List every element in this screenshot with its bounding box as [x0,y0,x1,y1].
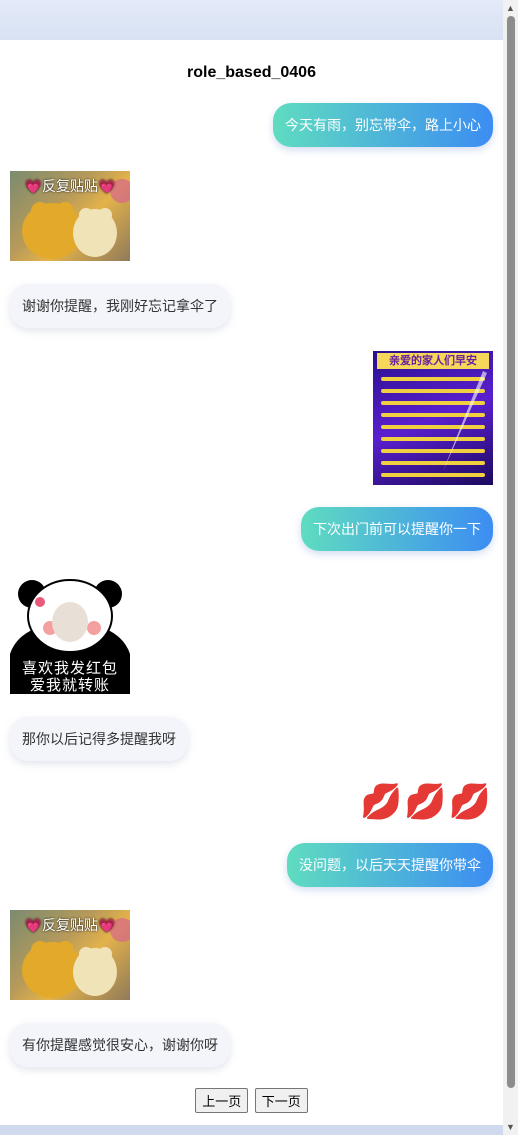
message-bubble-left: 那你以后记得多提醒我呀 [10,717,188,761]
vertical-scrollbar[interactable]: ▲ ▼ [503,0,518,1135]
meme-caption: 喜欢我发红包 爱我就转账 [10,660,130,694]
bear-sticker-image: 💗反复贴贴💗 [10,171,130,261]
scrollbar-thumb[interactable] [507,16,515,1088]
message-bubble-left: 有你提醒感觉很安心，谢谢你呀 [10,1023,230,1067]
morning-poster-image: 亲爱的家人们早安 [373,351,493,485]
bottom-band [0,1125,503,1135]
pagination: 上一页 下一页 [0,1088,503,1113]
sticker-caption: 💗反复贴贴💗 [24,917,116,933]
message-bubble-right: 下次出门前可以提醒你一下 [301,507,493,551]
page-title: role_based_0406 [187,64,316,81]
top-band [0,0,503,40]
scroll-down-arrow-icon[interactable]: ▼ [506,1122,515,1132]
scroll-up-arrow-icon[interactable]: ▲ [506,3,515,13]
message-bubble-right: 今天有雨，别忘带伞，路上小心 [273,103,493,147]
panda-meme-image: 喜欢我发红包 爱我就转账 [10,574,130,694]
next-page-button[interactable]: 下一页 [254,1088,308,1113]
meme-caption-line1: 喜欢我发红包 [21,660,118,677]
bear-sticker-image: 💗反复贴贴💗 [10,910,130,1000]
chat-card: role_based_0406 今天有雨，别忘带伞，路上小心 💗反复贴贴💗 谢谢… [0,40,503,1125]
prev-page-button[interactable]: 上一页 [195,1088,249,1113]
message-bubble-left: 谢谢你提醒，我刚好忘记拿伞了 [10,284,230,328]
meme-caption-line2: 爱我就转账 [29,677,110,694]
poster-lines-icon [381,371,487,477]
kiss-emoji-row: 💋💋💋 [359,783,493,821]
message-bubble-right: 没问题，以后天天提醒你带伞 [287,843,493,887]
sticker-caption: 💗反复贴贴💗 [24,178,116,194]
